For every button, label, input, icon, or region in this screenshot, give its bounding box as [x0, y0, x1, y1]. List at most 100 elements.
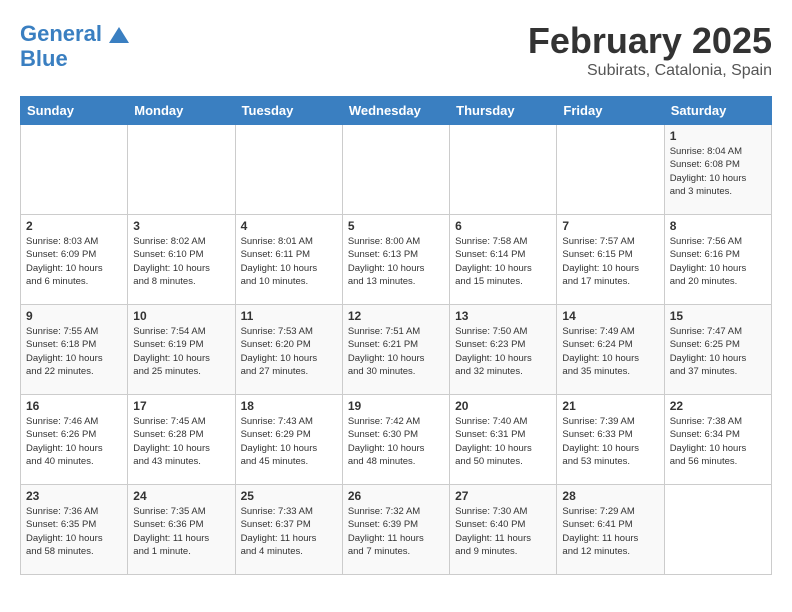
day-number: 26 [348, 489, 444, 503]
weekday-header-friday: Friday [557, 97, 664, 125]
logo-icon [104, 20, 134, 50]
calendar-cell: 3Sunrise: 8:02 AM Sunset: 6:10 PM Daylig… [128, 215, 235, 305]
calendar-cell: 12 Sunrise: 7:51 AM Sunset: 6:21 PM Dayli… [342, 305, 449, 395]
calendar-cell: 16 Sunrise: 7:46 AM Sunset: 6:26 PM Dayli… [21, 395, 128, 485]
day-number: 9 [26, 309, 122, 323]
day-number: 7 [562, 219, 658, 233]
calendar-cell [450, 125, 557, 215]
logo: General Blue [20, 20, 134, 71]
calendar-cell: 20 Sunrise: 7:40 AM Sunset: 6:31 PM Dayli… [450, 395, 557, 485]
calendar-cell: 14 Sunrise: 7:49 AM Sunset: 6:24 PM Dayli… [557, 305, 664, 395]
weekday-header-tuesday: Tuesday [235, 97, 342, 125]
calendar-cell [128, 125, 235, 215]
weekday-header-sunday: Sunday [21, 97, 128, 125]
day-info: Sunrise: 7:33 AM Sunset: 6:37 PM Dayligh… [241, 505, 337, 558]
calendar-cell: 22 Sunrise: 7:38 AM Sunset: 6:34 PM Dayli… [664, 395, 771, 485]
month-title: February 2025 [528, 20, 772, 62]
day-number: 14 [562, 309, 658, 323]
weekday-header-thursday: Thursday [450, 97, 557, 125]
weekday-header-wednesday: Wednesday [342, 97, 449, 125]
day-number: 24 [133, 489, 229, 503]
calendar-cell [342, 125, 449, 215]
day-info: Sunrise: 7:43 AM Sunset: 6:29 PM Dayligh… [241, 415, 337, 468]
day-number: 23 [26, 489, 122, 503]
day-info: Sunrise: 7:32 AM Sunset: 6:39 PM Dayligh… [348, 505, 444, 558]
day-info: Sunrise: 7:40 AM Sunset: 6:31 PM Dayligh… [455, 415, 551, 468]
day-info: Sunrise: 7:35 AM Sunset: 6:36 PM Dayligh… [133, 505, 229, 558]
day-number: 11 [241, 309, 337, 323]
calendar-cell: 18 Sunrise: 7:43 AM Sunset: 6:29 PM Dayli… [235, 395, 342, 485]
day-info: Sunrise: 7:30 AM Sunset: 6:40 PM Dayligh… [455, 505, 551, 558]
day-number: 16 [26, 399, 122, 413]
calendar-cell: 6 Sunrise: 7:58 AM Sunset: 6:14 PM Daylig… [450, 215, 557, 305]
weekday-header-monday: Monday [128, 97, 235, 125]
day-info: Sunrise: 8:01 AM Sunset: 6:11 PM Dayligh… [241, 235, 337, 288]
day-info: Sunrise: 8:03 AM Sunset: 6:09 PM Dayligh… [26, 235, 122, 288]
calendar-cell: 2 Sunrise: 8:03 AM Sunset: 6:09 PM Daylig… [21, 215, 128, 305]
calendar-cell: 27 Sunrise: 7:30 AM Sunset: 6:40 PM Dayli… [450, 485, 557, 575]
day-number: 25 [241, 489, 337, 503]
day-number: 19 [348, 399, 444, 413]
day-info: Sunrise: 7:56 AM Sunset: 6:16 PM Dayligh… [670, 235, 766, 288]
calendar-cell: 4 Sunrise: 8:01 AM Sunset: 6:11 PM Daylig… [235, 215, 342, 305]
calendar-cell [235, 125, 342, 215]
calendar-cell: 11 Sunrise: 7:53 AM Sunset: 6:20 PM Dayli… [235, 305, 342, 395]
day-info: Sunrise: 7:39 AM Sunset: 6:33 PM Dayligh… [562, 415, 658, 468]
location-subtitle: Subirats, Catalonia, Spain [528, 62, 772, 80]
weekday-header-saturday: Saturday [664, 97, 771, 125]
day-number: 27 [455, 489, 551, 503]
day-info: Sunrise: 7:50 AM Sunset: 6:23 PM Dayligh… [455, 325, 551, 378]
day-number: 20 [455, 399, 551, 413]
calendar-cell [664, 485, 771, 575]
calendar-cell: 26 Sunrise: 7:32 AM Sunset: 6:39 PM Dayli… [342, 485, 449, 575]
calendar-cell: 5Sunrise: 8:00 AM Sunset: 6:13 PM Daylig… [342, 215, 449, 305]
day-number: 2 [26, 219, 122, 233]
calendar-cell: 15 Sunrise: 7:47 AM Sunset: 6:25 PM Dayli… [664, 305, 771, 395]
calendar-cell: 8 Sunrise: 7:56 AM Sunset: 6:16 PM Daylig… [664, 215, 771, 305]
day-info: Sunrise: 7:49 AM Sunset: 6:24 PM Dayligh… [562, 325, 658, 378]
calendar-cell: 19 Sunrise: 7:42 AM Sunset: 6:30 PM Dayli… [342, 395, 449, 485]
day-number: 18 [241, 399, 337, 413]
calendar-cell: 24 Sunrise: 7:35 AM Sunset: 6:36 PM Dayli… [128, 485, 235, 575]
calendar-cell [21, 125, 128, 215]
day-info: Sunrise: 8:04 AM Sunset: 6:08 PM Dayligh… [670, 145, 766, 198]
day-number: 15 [670, 309, 766, 323]
calendar-cell: 13 Sunrise: 7:50 AM Sunset: 6:23 PM Dayli… [450, 305, 557, 395]
day-number: 12 [348, 309, 444, 323]
day-info: Sunrise: 7:45 AM Sunset: 6:28 PM Dayligh… [133, 415, 229, 468]
day-info: Sunrise: 7:55 AM Sunset: 6:18 PM Dayligh… [26, 325, 122, 378]
day-number: 17 [133, 399, 229, 413]
calendar-cell: 23Sunrise: 7:36 AM Sunset: 6:35 PM Dayli… [21, 485, 128, 575]
day-info: Sunrise: 8:00 AM Sunset: 6:13 PM Dayligh… [348, 235, 444, 288]
day-info: Sunrise: 7:58 AM Sunset: 6:14 PM Dayligh… [455, 235, 551, 288]
day-info: Sunrise: 7:53 AM Sunset: 6:20 PM Dayligh… [241, 325, 337, 378]
day-info: Sunrise: 8:02 AM Sunset: 6:10 PM Dayligh… [133, 235, 229, 288]
day-number: 4 [241, 219, 337, 233]
day-info: Sunrise: 7:47 AM Sunset: 6:25 PM Dayligh… [670, 325, 766, 378]
calendar-cell: 7 Sunrise: 7:57 AM Sunset: 6:15 PM Daylig… [557, 215, 664, 305]
day-info: Sunrise: 7:54 AM Sunset: 6:19 PM Dayligh… [133, 325, 229, 378]
calendar-table: SundayMondayTuesdayWednesdayThursdayFrid… [20, 96, 772, 575]
day-info: Sunrise: 7:51 AM Sunset: 6:21 PM Dayligh… [348, 325, 444, 378]
calendar-cell: 28Sunrise: 7:29 AM Sunset: 6:41 PM Dayli… [557, 485, 664, 575]
day-info: Sunrise: 7:46 AM Sunset: 6:26 PM Dayligh… [26, 415, 122, 468]
calendar-cell [557, 125, 664, 215]
day-number: 1 [670, 129, 766, 143]
day-info: Sunrise: 7:57 AM Sunset: 6:15 PM Dayligh… [562, 235, 658, 288]
day-info: Sunrise: 7:38 AM Sunset: 6:34 PM Dayligh… [670, 415, 766, 468]
day-number: 10 [133, 309, 229, 323]
calendar-cell: 10 Sunrise: 7:54 AM Sunset: 6:19 PM Dayli… [128, 305, 235, 395]
page-header: General Blue February 2025 Subirats, Cat… [20, 20, 772, 80]
calendar-cell: 17 Sunrise: 7:45 AM Sunset: 6:28 PM Dayli… [128, 395, 235, 485]
calendar-cell: 25 Sunrise: 7:33 AM Sunset: 6:37 PM Dayli… [235, 485, 342, 575]
calendar-cell: 9 Sunrise: 7:55 AM Sunset: 6:18 PM Daylig… [21, 305, 128, 395]
day-number: 6 [455, 219, 551, 233]
calendar-cell: 21Sunrise: 7:39 AM Sunset: 6:33 PM Dayli… [557, 395, 664, 485]
calendar-cell: 1 Sunrise: 8:04 AM Sunset: 6:08 PM Daylig… [664, 125, 771, 215]
title-block: February 2025 Subirats, Catalonia, Spain [528, 20, 772, 80]
day-number: 28 [562, 489, 658, 503]
day-number: 13 [455, 309, 551, 323]
day-number: 8 [670, 219, 766, 233]
day-number: 22 [670, 399, 766, 413]
day-info: Sunrise: 7:42 AM Sunset: 6:30 PM Dayligh… [348, 415, 444, 468]
